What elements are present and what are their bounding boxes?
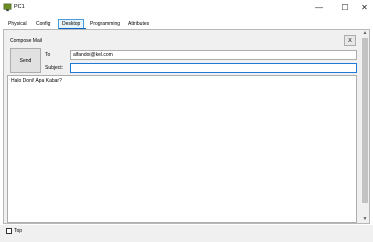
window-title: PC1 — [14, 4, 25, 10]
tab-attributes[interactable]: Attributes — [125, 19, 152, 29]
to-label: To — [45, 52, 51, 58]
to-field[interactable] — [70, 50, 357, 60]
send-button[interactable]: Send — [10, 48, 41, 73]
scroll-up-arrow-icon[interactable]: ▲ — [361, 30, 369, 37]
maximize-button[interactable]: ☐ — [333, 0, 357, 15]
top-checkbox-label: Top — [14, 228, 23, 234]
message-body-textarea[interactable]: Halo Doni! Apa Kabar? — [7, 75, 357, 223]
tab-physical[interactable]: Physical — [5, 19, 30, 29]
close-window-button[interactable]: ✕ — [356, 0, 373, 15]
compose-mail-heading: Compose Mail — [10, 38, 42, 44]
title-bar: PC1 — ☐ ✕ — [0, 0, 373, 15]
bottom-bar — [0, 225, 373, 242]
pc-app-icon — [3, 3, 12, 12]
scroll-thumb[interactable] — [362, 38, 368, 203]
scroll-down-arrow-icon[interactable]: ▼ — [361, 216, 369, 223]
close-compose-button[interactable]: X — [344, 35, 356, 46]
tab-programming[interactable]: Programming — [87, 19, 123, 29]
vertical-scrollbar[interactable]: ▲ ▼ — [361, 30, 369, 223]
minimize-button[interactable]: — — [307, 0, 331, 15]
subject-label: Subject: — [45, 65, 64, 71]
subject-field[interactable] — [70, 63, 357, 73]
tab-config[interactable]: Config — [33, 19, 53, 29]
top-checkbox[interactable] — [6, 228, 12, 234]
